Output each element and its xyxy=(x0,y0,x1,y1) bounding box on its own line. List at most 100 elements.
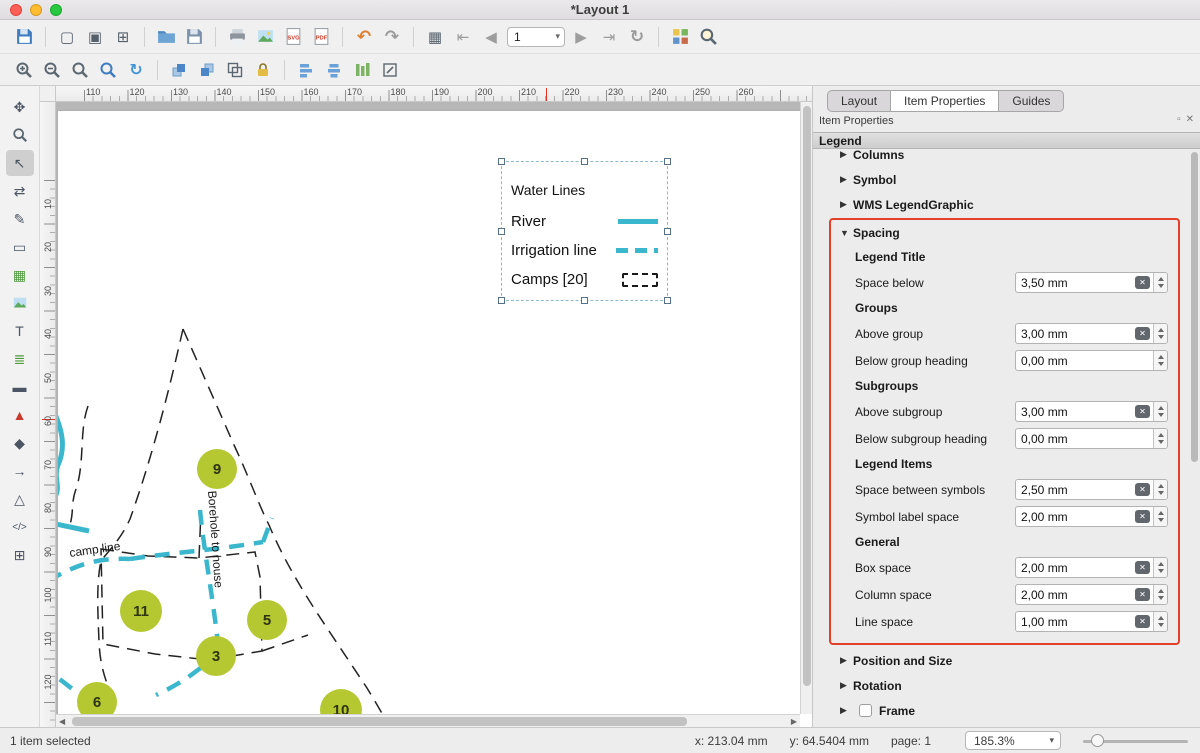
frame-checkbox[interactable] xyxy=(859,704,872,717)
atlas-refresh-button[interactable]: ↻ xyxy=(624,24,650,50)
spinner[interactable] xyxy=(1153,558,1167,577)
undo-button[interactable]: ↶ xyxy=(351,24,377,50)
layout-manager-button[interactable]: ⊞ xyxy=(110,24,136,50)
add-map-button[interactable]: ▦ xyxy=(6,262,34,288)
selection-handle[interactable] xyxy=(664,228,671,235)
add-node-item-button[interactable]: △ xyxy=(6,486,34,512)
export-svg-button[interactable]: SVG xyxy=(280,24,306,50)
redo-button[interactable]: ↷ xyxy=(379,24,405,50)
above-group-field[interactable]: 3,00 mm ✕ xyxy=(1015,323,1168,344)
align-center-button[interactable] xyxy=(321,57,347,83)
resize-items-button[interactable] xyxy=(377,57,403,83)
zoom-tool-button[interactable] xyxy=(6,122,34,148)
add-html-button[interactable]: </> xyxy=(6,514,34,540)
group-items-button[interactable] xyxy=(222,57,248,83)
column-space-field[interactable]: 2,00 mm ✕ xyxy=(1015,584,1168,605)
box-space-field[interactable]: 2,00 mm ✕ xyxy=(1015,557,1168,578)
duplicate-layout-button[interactable]: ▣ xyxy=(82,24,108,50)
clear-value-icon[interactable]: ✕ xyxy=(1135,276,1150,289)
clear-value-icon[interactable]: ✕ xyxy=(1135,327,1150,340)
selection-handle[interactable] xyxy=(498,158,505,165)
add-items-from-template-button[interactable] xyxy=(153,24,179,50)
selection-handle[interactable] xyxy=(664,158,671,165)
atlas-settings-button[interactable] xyxy=(667,24,693,50)
section-frame[interactable]: ▶ Frame xyxy=(813,698,1200,723)
spinner[interactable] xyxy=(1153,351,1167,370)
section-position-and-size[interactable]: ▶ Position and Size xyxy=(813,648,1200,673)
clear-value-icon[interactable]: ✕ xyxy=(1135,561,1150,574)
vertical-scrollbar-thumb[interactable] xyxy=(803,106,811,686)
add-page-button[interactable]: ▭ xyxy=(6,234,34,260)
zoom-out-button[interactable] xyxy=(39,57,65,83)
add-label-button[interactable]: T xyxy=(6,318,34,344)
add-attribute-table-button[interactable]: ⊞ xyxy=(6,542,34,568)
selection-handle[interactable] xyxy=(498,297,505,304)
selection-handle[interactable] xyxy=(581,158,588,165)
save-as-template-button[interactable] xyxy=(181,24,207,50)
add-scalebar-button[interactable]: ▬ xyxy=(6,374,34,400)
align-left-button[interactable] xyxy=(293,57,319,83)
clear-value-icon[interactable]: ✕ xyxy=(1135,510,1150,523)
layout-page[interactable]: 9 11 5 3 6 10 camp line xyxy=(57,110,812,727)
close-panel-icon[interactable]: ✕ xyxy=(1186,114,1194,125)
panel-scrollbar-thumb[interactable] xyxy=(1191,152,1198,462)
spinner[interactable] xyxy=(1153,402,1167,421)
zoom-level-select[interactable]: 185.3% ▾ xyxy=(965,731,1061,750)
tab-layout[interactable]: Layout xyxy=(827,90,890,112)
vertical-scrollbar[interactable] xyxy=(800,102,812,714)
scroll-right-icon[interactable]: ▶ xyxy=(791,717,797,726)
new-layout-button[interactable]: ▢ xyxy=(54,24,80,50)
atlas-first-feature-button[interactable]: ⇤ xyxy=(450,24,476,50)
above-subgroup-field[interactable]: 3,00 mm ✕ xyxy=(1015,401,1168,422)
section-spacing[interactable]: ▼ Spacing xyxy=(831,220,1178,245)
export-image-button[interactable] xyxy=(252,24,278,50)
zoom-full-extent-button[interactable] xyxy=(95,57,121,83)
spinner[interactable] xyxy=(1153,585,1167,604)
space-between-symbols-field[interactable]: 2,50 mm ✕ xyxy=(1015,479,1168,500)
add-shape-button[interactable]: ◆ xyxy=(6,430,34,456)
save-project-button[interactable] xyxy=(11,24,37,50)
move-item-content-tool-button[interactable]: ⇄ xyxy=(6,178,34,204)
below-group-heading-field[interactable]: 0,00 mm xyxy=(1015,350,1168,371)
spinner[interactable] xyxy=(1153,324,1167,343)
float-panel-icon[interactable]: ▫ xyxy=(1177,114,1181,125)
zoom-slider-thumb[interactable] xyxy=(1091,734,1104,747)
legend-item[interactable]: Water Lines River Irrigation line Camps … xyxy=(501,161,668,301)
add-arrow-button[interactable]: → xyxy=(6,458,34,484)
clear-value-icon[interactable]: ✕ xyxy=(1135,615,1150,628)
atlas-last-feature-button[interactable]: ⇥ xyxy=(596,24,622,50)
zoom-in-button[interactable] xyxy=(11,57,37,83)
pan-tool-button[interactable]: ✥ xyxy=(6,94,34,120)
atlas-next-feature-button[interactable]: ▶ xyxy=(568,24,594,50)
section-rotation[interactable]: ▶ Rotation xyxy=(813,673,1200,698)
zoom-actual-button[interactable] xyxy=(67,57,93,83)
spinner[interactable] xyxy=(1153,429,1167,448)
lock-items-button[interactable] xyxy=(250,57,276,83)
tab-guides[interactable]: Guides xyxy=(998,90,1064,112)
horizontal-scrollbar[interactable]: ◀ ▶ xyxy=(56,714,800,727)
clear-value-icon[interactable]: ✕ xyxy=(1135,405,1150,418)
map-item[interactable]: 9 11 5 3 6 10 camp line xyxy=(58,111,812,727)
horizontal-scrollbar-thumb[interactable] xyxy=(72,717,687,726)
clear-value-icon[interactable]: ✕ xyxy=(1135,483,1150,496)
clear-value-icon[interactable]: ✕ xyxy=(1135,588,1150,601)
selection-handle[interactable] xyxy=(581,297,588,304)
section-symbol[interactable]: ▶ Symbol xyxy=(813,167,1200,192)
atlas-page-input[interactable] xyxy=(507,27,565,47)
atlas-previous-feature-button[interactable]: ◀ xyxy=(478,24,504,50)
refresh-view-button[interactable]: ↻ xyxy=(123,57,149,83)
select-move-item-tool-button[interactable]: ↖ xyxy=(6,150,34,176)
zoom-full-page-button[interactable] xyxy=(695,24,721,50)
add-north-arrow-button[interactable]: ▲ xyxy=(6,402,34,428)
print-button[interactable] xyxy=(224,24,250,50)
space-below-field[interactable]: 3,50 mm ✕ xyxy=(1015,272,1168,293)
raise-items-button[interactable] xyxy=(166,57,192,83)
below-subgroup-heading-field[interactable]: 0,00 mm xyxy=(1015,428,1168,449)
atlas-preview-button[interactable]: ▦ xyxy=(422,24,448,50)
scroll-left-icon[interactable]: ◀ xyxy=(59,717,65,726)
add-legend-button[interactable]: ≣ xyxy=(6,346,34,372)
spinner[interactable] xyxy=(1153,507,1167,526)
spinner[interactable] xyxy=(1153,273,1167,292)
symbol-label-space-field[interactable]: 2,00 mm ✕ xyxy=(1015,506,1168,527)
spinner[interactable] xyxy=(1153,612,1167,631)
